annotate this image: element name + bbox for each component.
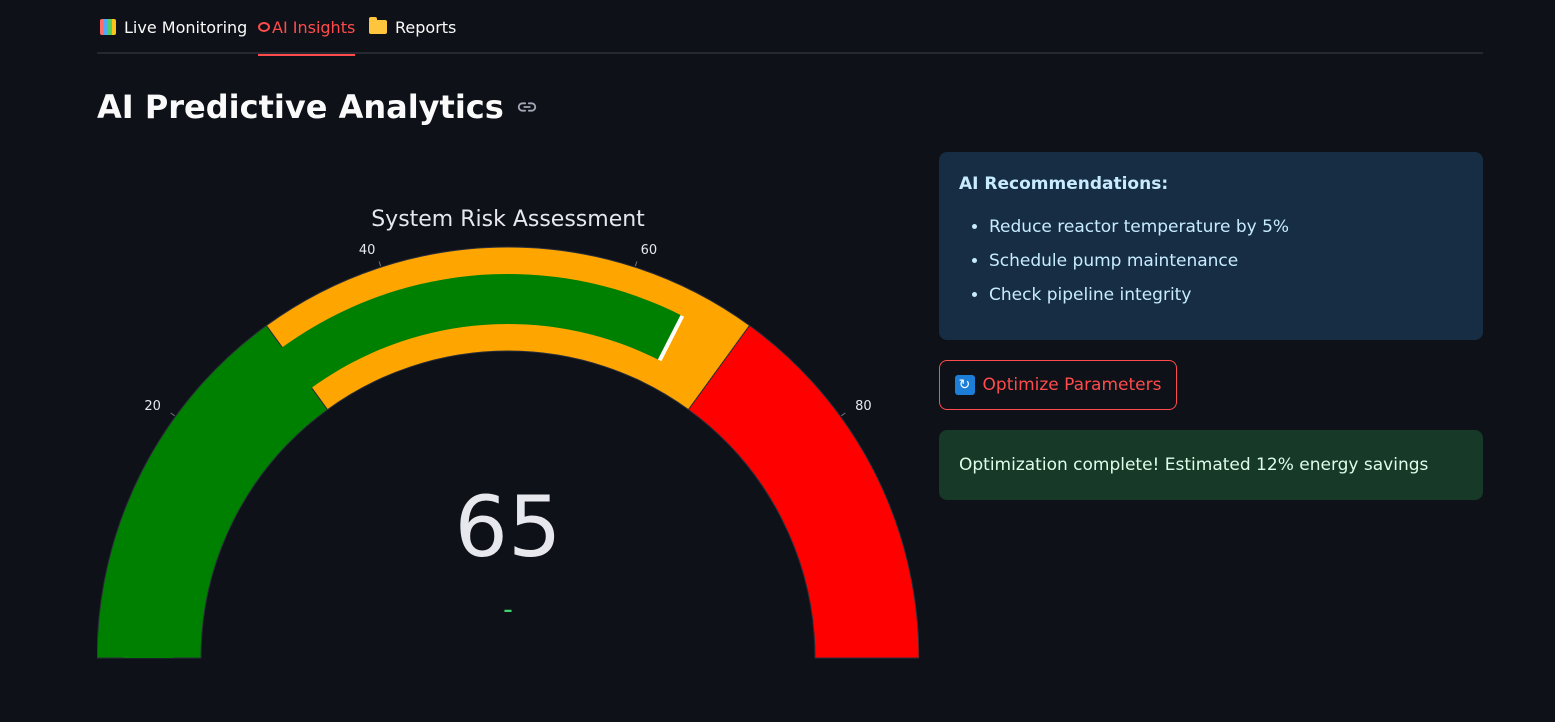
app-page: Live Monitoring AI Insights Reports AI P… <box>0 0 1555 722</box>
recommendations-list: Reduce reactor temperature by 5% Schedul… <box>959 210 1463 312</box>
gauge-tick-label: 60 <box>641 243 658 258</box>
folder-icon <box>369 17 387 34</box>
tab-ai-insights[interactable]: AI Insights <box>258 0 356 56</box>
page-title-text: AI Predictive Analytics <box>97 88 504 126</box>
gauge-value-bar <box>124 274 683 658</box>
gauge-value: 65 <box>455 478 562 576</box>
success-message: Optimization complete! Estimated 12% ene… <box>959 455 1429 475</box>
optimize-parameters-button[interactable]: ↻ Optimize Parameters <box>939 360 1177 410</box>
tab-bar: Live Monitoring AI Insights Reports <box>97 0 1483 56</box>
gauge-title: System Risk Assessment <box>371 207 645 232</box>
tab-label: Reports <box>395 17 457 37</box>
gauge-tick-mark <box>841 412 846 417</box>
risk-gauge-card: System Risk Assessment 20 40 60 80 65 – <box>97 152 919 712</box>
success-alert: Optimization complete! Estimated 12% ene… <box>939 430 1483 500</box>
gauge-tick-mark <box>634 261 638 267</box>
brain-icon <box>258 22 270 32</box>
page-title: AI Predictive Analytics <box>97 88 538 126</box>
gauge-step-2 <box>687 324 919 659</box>
tab-live-monitoring[interactable]: Live Monitoring <box>100 0 247 54</box>
gauge-tick-label: 40 <box>359 243 376 258</box>
optimize-button-label: Optimize Parameters <box>982 375 1162 395</box>
recommendations-box: AI Recommendations: Reduce reactor tempe… <box>939 152 1483 340</box>
tab-reports[interactable]: Reports <box>369 0 456 54</box>
anchor-link-icon[interactable] <box>516 96 538 118</box>
risk-gauge-chart: System Risk Assessment 20 40 60 80 65 – <box>97 207 919 659</box>
list-item: Reduce reactor temperature by 5% <box>989 210 1463 244</box>
refresh-icon: ↻ <box>954 375 975 395</box>
list-item: Check pipeline integrity <box>989 278 1463 312</box>
list-item: Schedule pump maintenance <box>989 244 1463 278</box>
gauge-tick-mark <box>170 412 175 417</box>
tab-label: Live Monitoring <box>124 17 248 37</box>
bar-chart-icon <box>100 19 116 35</box>
gauge-tick-mark <box>378 261 382 267</box>
gauge-delta: – <box>504 600 513 621</box>
gauge-tick-label: 20 <box>144 399 161 414</box>
recommendations-heading: AI Recommendations: <box>959 174 1169 194</box>
tab-label: AI Insights <box>272 17 356 37</box>
gauge-tick-label: 80 <box>855 399 872 414</box>
